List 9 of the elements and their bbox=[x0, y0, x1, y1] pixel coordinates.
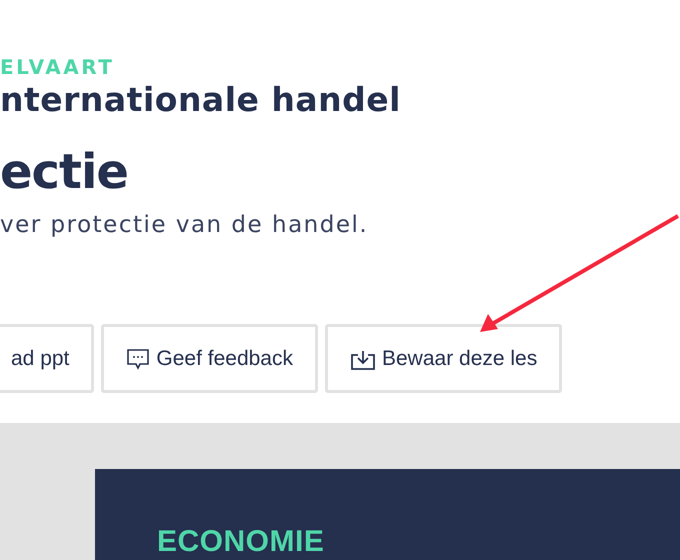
action-button[interactable]: Geef feedback bbox=[101, 324, 318, 393]
lesson-title: ectie bbox=[0, 144, 129, 200]
lesson-description: ver protectie van de handel. bbox=[0, 211, 370, 240]
category-label: ELVAART bbox=[0, 56, 116, 78]
chat-bubble-icon bbox=[126, 346, 150, 370]
action-button[interactable]: Bewaar deze les bbox=[324, 324, 562, 393]
lesson-subtitle: nternationale handel bbox=[0, 80, 402, 120]
slide-heading: ECONOMIE bbox=[157, 527, 326, 557]
action-button[interactable]: ad ppt bbox=[0, 324, 94, 393]
